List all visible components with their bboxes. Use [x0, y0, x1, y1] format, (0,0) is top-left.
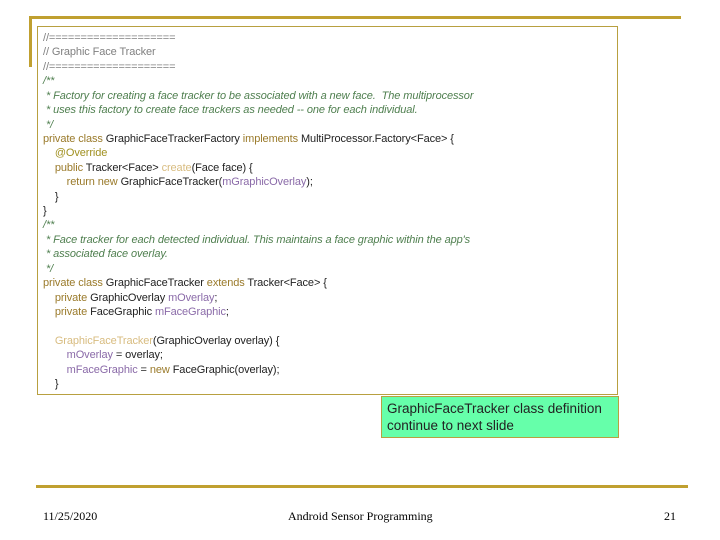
- code-token: private class: [43, 132, 106, 145]
- code-token: = overlay;: [112, 349, 163, 362]
- code-token: (GraphicOverlay overlay) {: [152, 334, 280, 347]
- code-line: // Graphic Face Tracker: [43, 45, 156, 59]
- code-token: // Graphic Face Tracker: [43, 46, 156, 59]
- code-token: return new: [66, 176, 121, 189]
- code-token: /**: [43, 75, 55, 88]
- code-line: /**: [43, 74, 54, 88]
- code-token: );: [306, 176, 313, 189]
- code-token: (Face face) {: [191, 161, 253, 174]
- code-token: Tracker<Face> {: [247, 277, 327, 290]
- code-line: private FaceGraphic mFaceGraphic;: [43, 305, 229, 319]
- code-token: create: [161, 161, 192, 174]
- code-line: return new GraphicFaceTracker(mGraphicOv…: [43, 175, 313, 189]
- code-line: }: [43, 377, 59, 391]
- code-token: }: [43, 190, 59, 203]
- code-line: }: [43, 204, 47, 218]
- code-token: GraphicFaceTracker(: [120, 176, 223, 189]
- code-line: }: [43, 190, 59, 204]
- code-line: //====================: [43, 31, 175, 45]
- code-token: private class: [43, 277, 106, 290]
- code-token: ;: [214, 291, 218, 304]
- code-token: GraphicFaceTracker: [54, 334, 153, 347]
- code-line: */: [43, 262, 53, 276]
- code-token: =: [137, 363, 150, 376]
- code-token: //====================: [43, 32, 176, 44]
- note-line-2: continue to next slide: [387, 418, 514, 433]
- code-token: extends: [206, 277, 248, 290]
- code-line: mOverlay = overlay;: [43, 348, 163, 362]
- footer-divider: [36, 485, 688, 488]
- code-token: }: [43, 378, 59, 391]
- note-line-1: GraphicFaceTracker class definition: [387, 401, 602, 416]
- code-token: private: [54, 291, 91, 304]
- code-token: */: [43, 262, 54, 275]
- code-line: private class GraphicFaceTrackerFactory …: [43, 132, 454, 146]
- code-token: mFaceGraphic: [66, 363, 138, 376]
- callout-note: GraphicFaceTracker class definition cont…: [381, 396, 619, 438]
- code-line: mFaceGraphic = new FaceGraphic(overlay);: [43, 363, 280, 377]
- code-line: * associated face overlay.: [43, 247, 168, 261]
- code-token: MultiProcessor.Factory<Face> {: [300, 132, 454, 145]
- code-line: GraphicFaceTracker(GraphicOverlay overla…: [43, 334, 280, 348]
- code-token: mOverlay: [168, 291, 215, 304]
- code-line: public Tracker<Face> create(Face face) {: [43, 161, 253, 175]
- code-line: * uses this factory to create face track…: [43, 103, 418, 117]
- code-token: new: [149, 363, 173, 376]
- code-line: */: [43, 118, 53, 132]
- code-token: GraphicFaceTrackerFactory: [105, 132, 243, 145]
- code-token: * associated face overlay.: [43, 248, 168, 261]
- code-token: * uses this factory to create face track…: [43, 104, 418, 117]
- code-token: FaceGraphic: [90, 305, 155, 318]
- code-token: * Factory for creating a face tracker to…: [43, 89, 474, 102]
- code-block: //====================// Graphic Face Tr…: [37, 26, 618, 395]
- page-number: 21: [664, 509, 676, 523]
- code-line: @Override: [43, 146, 108, 160]
- code-token: GraphicOverlay: [90, 291, 169, 304]
- code-line: /**: [43, 218, 54, 232]
- code-token: /**: [43, 219, 55, 232]
- code-token: ;: [225, 305, 229, 318]
- top-accent-bar: [29, 16, 681, 19]
- code-token: mGraphicOverlay: [222, 176, 307, 189]
- code-line: private class GraphicFaceTracker extends…: [43, 276, 327, 290]
- code-line: private GraphicOverlay mOverlay;: [43, 291, 218, 305]
- code-line: * Face tracker for each detected individ…: [43, 233, 470, 247]
- code-token: //====================: [43, 60, 176, 73]
- code-line: * Factory for creating a face tracker to…: [43, 89, 474, 103]
- code-token: mFaceGraphic: [154, 305, 226, 318]
- left-accent-bar: [29, 16, 32, 67]
- code-token: * Face tracker for each detected individ…: [43, 233, 471, 246]
- code-token: mOverlay: [66, 349, 113, 362]
- code-token: @Override: [54, 147, 108, 160]
- code-token: */: [43, 118, 54, 131]
- footer-date: 11/25/2020: [43, 509, 98, 523]
- code-token: FaceGraphic(overlay);: [172, 363, 280, 376]
- code-token: private: [54, 305, 91, 318]
- code-token: Tracker<Face>: [85, 161, 162, 174]
- code-token: public: [54, 161, 86, 174]
- code-token: GraphicFaceTracker: [105, 277, 207, 290]
- code-token: }: [43, 205, 47, 218]
- code-token: implements: [242, 132, 301, 145]
- code-line: //====================: [43, 60, 175, 74]
- footer-title: Android Sensor Programming: [288, 509, 433, 523]
